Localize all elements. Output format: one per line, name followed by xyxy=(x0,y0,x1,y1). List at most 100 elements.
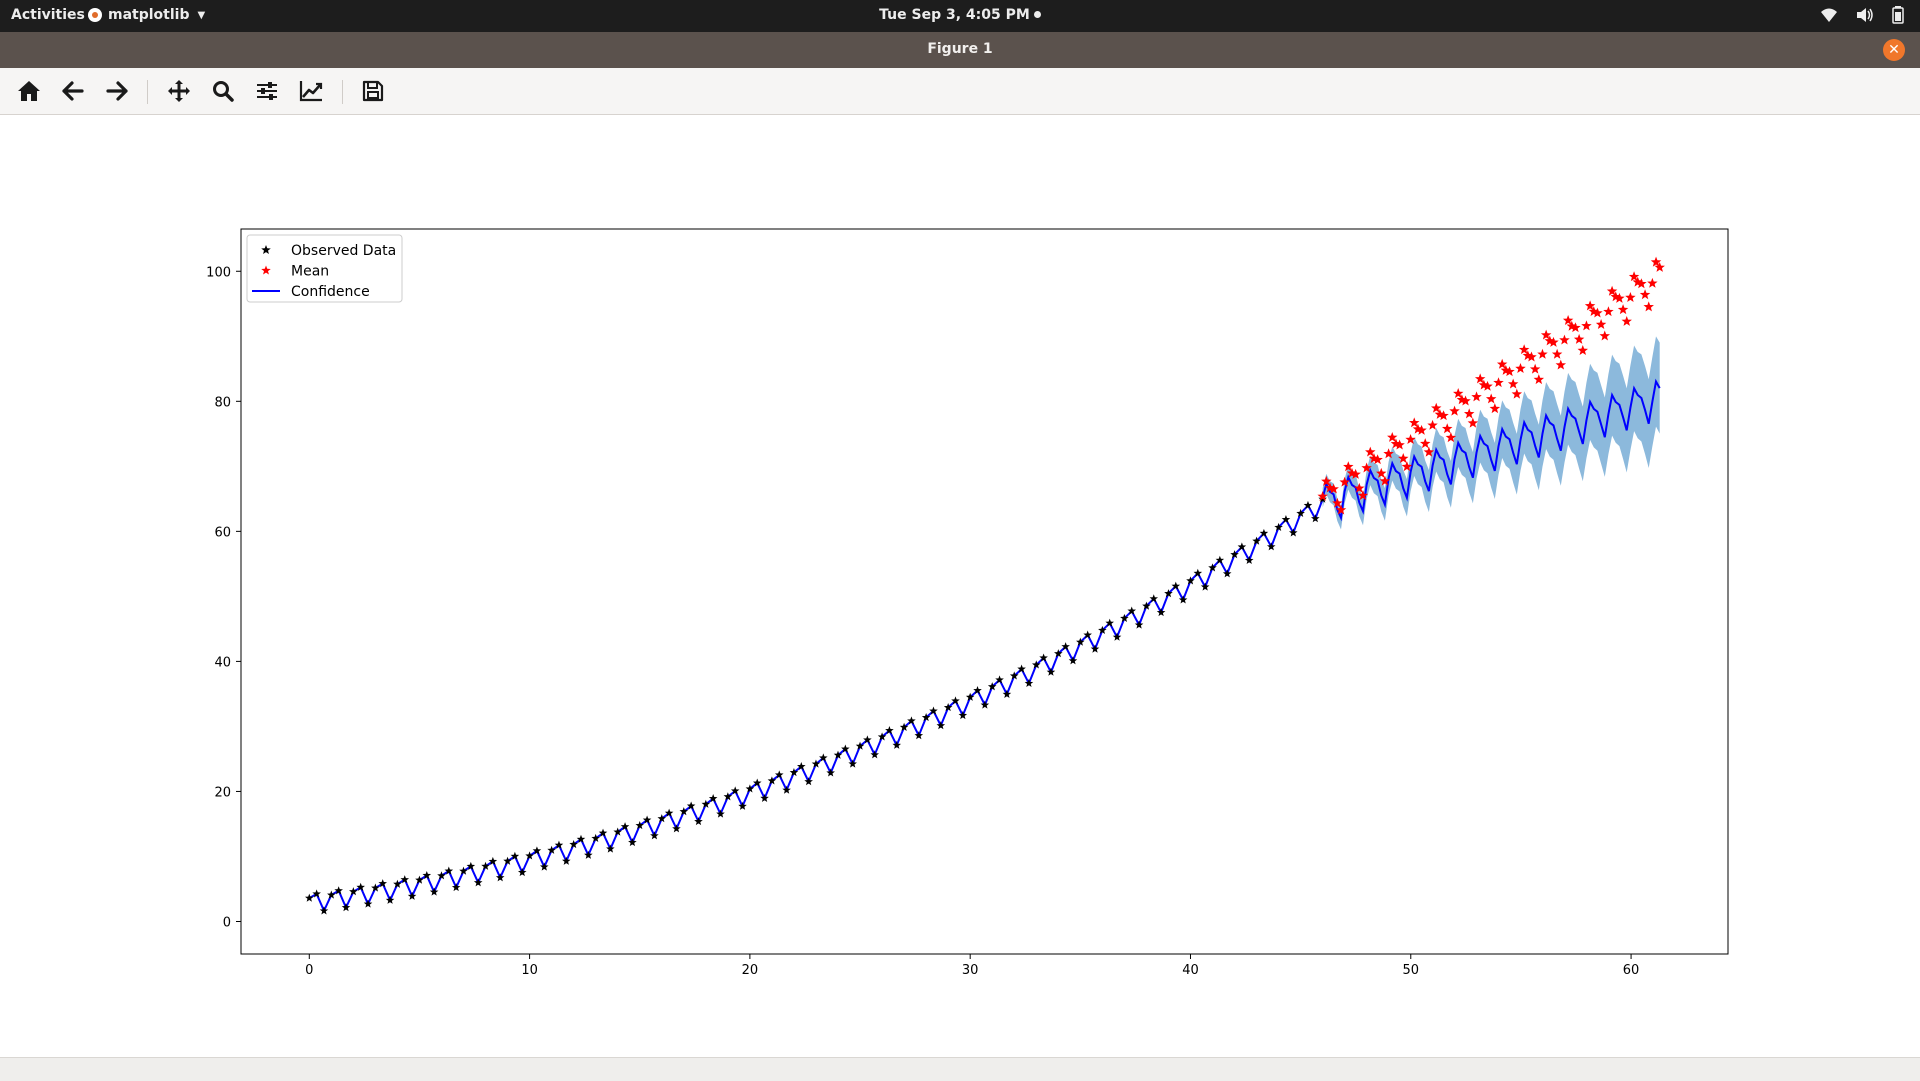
mean-data-point xyxy=(1581,320,1592,331)
mean-data-point xyxy=(1643,301,1654,312)
close-button[interactable]: ✕ xyxy=(1883,39,1905,61)
edit-axes-button[interactable] xyxy=(297,78,325,104)
observed-data-point xyxy=(694,817,703,826)
wifi-icon[interactable] xyxy=(1820,7,1838,23)
x-tick-label: 40 xyxy=(1182,963,1199,978)
y-tick-label: 80 xyxy=(214,395,231,410)
mean-data-point xyxy=(1515,363,1526,373)
observed-data-point xyxy=(1024,678,1034,687)
x-tick-label: 30 xyxy=(962,963,979,978)
pan-icon xyxy=(168,80,190,102)
observed-data-point xyxy=(539,862,549,871)
back-icon xyxy=(62,81,84,101)
y-tick-label: 0 xyxy=(223,915,231,930)
observed-data-point xyxy=(327,890,336,899)
figure-canvas[interactable]: 0 10 20 30 40 50 60 0 20 40 60 80 100 Observed Data M… xyxy=(0,115,1920,1057)
observed-data-point xyxy=(892,740,902,749)
observed-data-point xyxy=(481,861,490,870)
observed-data-point xyxy=(870,750,879,759)
mean-data-point xyxy=(1559,334,1570,345)
observed-data-point xyxy=(1200,582,1210,591)
mean-data-point xyxy=(1573,333,1585,344)
close-icon: ✕ xyxy=(1888,42,1900,58)
observed-data-point xyxy=(407,891,417,900)
window-title-bar[interactable]: Figure 1 ✕ xyxy=(0,32,1920,68)
mean-data-point xyxy=(1489,403,1501,414)
status-bar xyxy=(0,1057,1920,1081)
observed-data-point xyxy=(628,837,637,847)
volume-icon[interactable] xyxy=(1856,7,1874,23)
observed-data-point xyxy=(716,809,725,818)
y-tick-label: 60 xyxy=(214,525,231,540)
observed-data-point xyxy=(451,882,461,892)
mean-data-point xyxy=(1449,405,1460,416)
system-tray[interactable] xyxy=(1820,6,1904,24)
observed-data-point xyxy=(415,875,424,884)
legend-label: Observed Data xyxy=(291,243,396,259)
observed-data-point xyxy=(1289,528,1298,537)
navigation-toolbar xyxy=(0,68,1920,115)
zoom-icon xyxy=(213,81,234,102)
observed-data-point xyxy=(1244,555,1254,565)
mean-data-point xyxy=(1511,388,1523,399)
legend-label: Confidence xyxy=(291,284,370,300)
mean-data-point xyxy=(1529,363,1541,374)
mean-data-point xyxy=(1463,408,1475,419)
observed-data-point xyxy=(429,887,439,896)
observed-data-point xyxy=(1156,608,1166,617)
chart[interactable]: 0 10 20 30 40 50 60 0 20 40 60 80 100 Observed Data M… xyxy=(0,115,1920,1057)
system-top-bar: Activities matplotlib ▼ Tue Sep 3, 4:05 … xyxy=(0,0,1920,32)
observed-data-point xyxy=(1311,514,1320,523)
x-tick-label: 20 xyxy=(742,963,759,978)
mean-data-point xyxy=(1621,315,1632,326)
clock[interactable]: Tue Sep 3, 4:05 PM xyxy=(0,7,1920,23)
observed-data-point xyxy=(305,893,314,902)
y-tick-label: 100 xyxy=(206,265,231,280)
y-tick-label: 20 xyxy=(214,785,231,800)
observed-data-point xyxy=(319,906,329,915)
observed-data-point xyxy=(1002,689,1012,698)
save-button[interactable] xyxy=(359,78,387,104)
observed-data-point xyxy=(804,777,813,786)
forward-button[interactable] xyxy=(103,78,131,104)
observed-data-point xyxy=(371,883,380,892)
mean-data-point xyxy=(1599,330,1610,341)
home-button[interactable] xyxy=(15,78,43,104)
x-tick-label: 0 xyxy=(305,963,313,978)
observed-data-point xyxy=(980,700,990,709)
observed-data-point xyxy=(495,873,505,882)
observed-data-point xyxy=(363,899,373,908)
observed-data-point xyxy=(341,903,351,912)
observed-data-point xyxy=(517,867,527,877)
toolbar-separator xyxy=(147,80,148,104)
observed-data-point xyxy=(606,844,615,853)
configure-subplots-icon xyxy=(257,82,277,100)
mean-data-point xyxy=(1507,378,1519,389)
observed-data-point xyxy=(650,831,659,840)
home-icon xyxy=(18,81,40,101)
mean-data-point xyxy=(1467,417,1479,428)
edit-axes-icon xyxy=(299,81,323,102)
observed-data-point xyxy=(1178,595,1188,604)
pan-button[interactable] xyxy=(165,78,193,104)
notification-dot-icon xyxy=(1033,11,1041,18)
clock-text: Tue Sep 3, 4:05 PM xyxy=(879,7,1030,23)
back-button[interactable] xyxy=(59,78,87,104)
observed-data-point xyxy=(672,824,681,833)
observed-data-point xyxy=(473,878,483,887)
observed-data-point xyxy=(1046,667,1056,676)
observed-data-point xyxy=(1068,656,1078,665)
mean-data-point xyxy=(1471,391,1482,402)
observed-data-point xyxy=(848,759,857,768)
mean-data-point xyxy=(1555,359,1567,370)
mean-data-point xyxy=(1485,393,1497,404)
battery-icon[interactable] xyxy=(1892,6,1904,24)
toolbar-separator xyxy=(342,80,343,104)
save-icon xyxy=(362,80,384,102)
zoom-button[interactable] xyxy=(209,78,237,104)
mean-data-point xyxy=(1647,277,1658,288)
observed-data-point xyxy=(760,793,769,802)
mean-data-point xyxy=(1551,348,1563,359)
observed-data-point xyxy=(782,785,791,794)
configure-subplots-button[interactable] xyxy=(253,78,281,104)
